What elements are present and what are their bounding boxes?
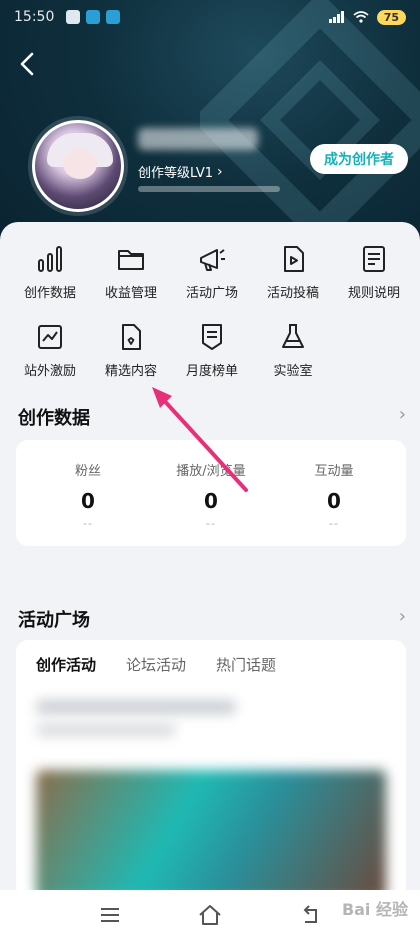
stat-label: 互动量 [314,464,354,479]
trend-chart-icon [38,325,62,349]
stat-change: -- [329,517,339,530]
wifi-icon [353,11,369,23]
become-creator-button[interactable]: 成为创作者 [310,144,408,174]
tool-earnings[interactable]: 收益管理 [91,244,171,314]
tab-hot-topics[interactable]: 热门话题 [216,654,276,675]
stats-card: 粉丝 0 -- 播放/浏览量 0 -- 互动量 0 -- [16,440,406,546]
tool-lab[interactable]: 实验室 [253,322,333,392]
tool-label: 收益管理 [104,286,157,301]
folder-icon [118,250,144,270]
megaphone-icon [200,249,225,271]
stat-change: -- [206,517,216,530]
back-button[interactable] [14,50,42,78]
blurred-text [36,724,176,736]
creator-level-link[interactable]: 创作等级LV1 › [138,162,223,182]
tool-monthly-ranking[interactable]: 月度榜单 [172,322,252,392]
tool-label: 规则说明 [347,286,400,301]
chevron-left-icon [20,52,34,76]
blurred-text [36,700,236,714]
avatar[interactable] [32,120,124,212]
stat-label: 播放/浏览量 [176,464,246,479]
tool-creation-data[interactable]: 创作数据 [10,244,90,314]
blurred-banner-image[interactable] [36,770,386,900]
activity-more[interactable]: › [399,606,406,627]
level-progress-bar [138,186,280,192]
tab-creation-activity[interactable]: 创作活动 [36,654,96,675]
avatar-face [63,149,97,179]
menu-icon[interactable] [97,902,123,928]
activity-card: 创作活动 论坛活动 热门话题 [16,640,406,900]
creation-data-more[interactable]: › [399,404,406,425]
tool-label: 站外激励 [23,364,76,379]
flask-icon [282,324,304,348]
nickname-blurred [138,128,258,150]
tool-label: 活动广场 [185,286,238,301]
tool-featured-content[interactable]: 精选内容 [91,322,171,392]
tool-label: 月度榜单 [185,364,238,379]
signal-icon [328,11,344,23]
stat-label: 粉丝 [74,464,101,479]
stat-views[interactable]: 播放/浏览量 0 -- [151,460,271,530]
stat-value: 0 [327,489,341,513]
video-file-icon [284,246,304,272]
stat-value: 0 [81,489,95,513]
home-icon[interactable] [197,902,223,928]
document-icon [363,246,385,272]
status-bar: 15:50 75 [0,0,420,34]
tool-offsite-incentive[interactable]: 站外激励 [10,322,90,392]
watermark: Bai 经验 [341,900,408,919]
status-time: 15:50 [14,9,55,25]
app-notification-icon [86,10,101,24]
tool-activity-square[interactable]: 活动广场 [172,244,252,314]
tool-label: 实验室 [273,364,313,379]
tool-activity-submission[interactable]: 活动投稿 [253,244,333,314]
chevron-right-icon: › [216,163,223,180]
tool-rules[interactable]: 规则说明 [334,244,414,314]
document-badge-icon [122,324,141,350]
creator-level-label: 创作等级LV1 [138,166,213,181]
bar-chart-icon [38,246,62,272]
activity-title: 活动广场 [18,610,90,631]
stat-interactions[interactable]: 互动量 0 -- [274,460,394,530]
tool-label: 创作数据 [23,286,76,301]
decorative-pattern-icon [200,0,420,240]
tool-label: 活动投稿 [266,286,319,301]
creation-data-title: 创作数据 [18,408,90,429]
app-notification-icon [106,10,121,24]
tool-label: 精选内容 [104,364,157,379]
stat-change: -- [83,517,93,530]
ranking-icon [202,324,222,350]
battery-indicator: 75 [376,9,406,25]
stat-value: 0 [204,489,218,513]
tab-forum-activity[interactable]: 论坛活动 [126,654,186,675]
back-nav-icon[interactable] [297,902,323,928]
activity-tabs: 创作活动 论坛活动 热门话题 [36,654,276,675]
stat-fans[interactable]: 粉丝 0 -- [28,460,148,530]
notification-icon [66,10,81,24]
